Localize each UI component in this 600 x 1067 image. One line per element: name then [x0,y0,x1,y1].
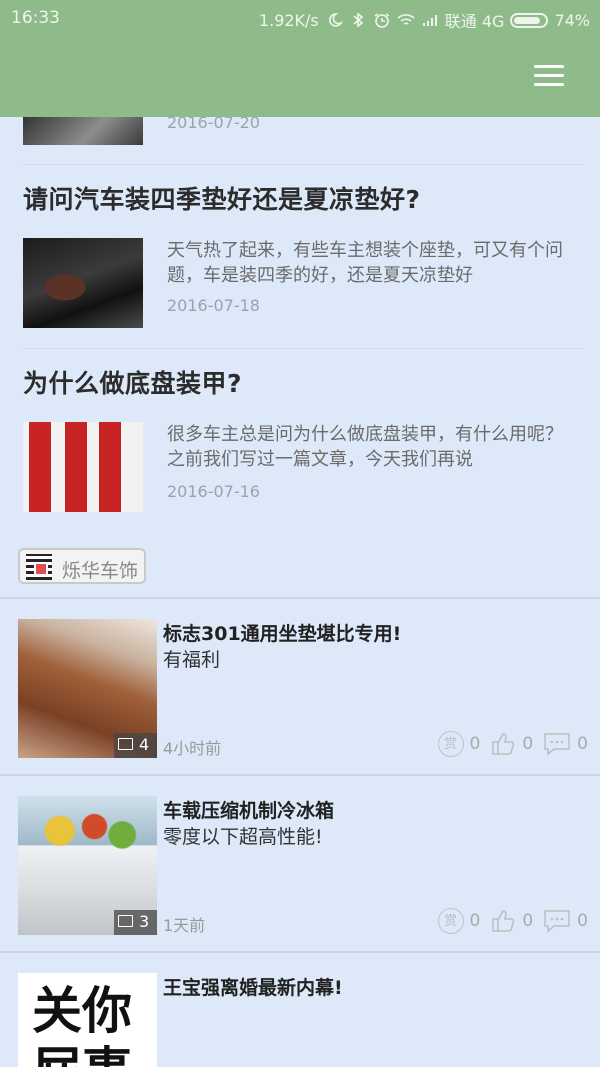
app-header: 16:33 1.92K/s 联通 4G 74% [0,0,600,117]
post-time: 1天前 [163,916,206,935]
carrier-label: 联通 4G [444,12,505,31]
post-subtitle: 零度以下超高性能! [163,826,323,848]
article-item-partial[interactable]: 2016-07-20 [23,117,583,145]
image-count: 4 [139,735,150,754]
article-thumbnail [23,238,143,328]
article-item[interactable]: 请问汽车装四季垫好还是夏凉垫好? 天气热了起来，有些车主想装个座垫，可又有个问题… [23,180,583,340]
like-count: 0 [522,734,534,754]
battery-icon [510,12,549,28]
comment-icon [544,733,570,756]
reward-count: 0 [469,734,481,754]
article-thumbnail [23,117,143,145]
post-subtitle: 有福利 [163,649,221,671]
hamburger-line [534,74,564,77]
bluetooth-icon [353,12,364,28]
post-item[interactable]: 3 车载压缩机制冷冰箱 零度以下超高性能! 1天前 赏 0 0 0 [18,796,588,936]
article-thumbnail [23,422,143,512]
separator [23,164,583,165]
status-time: 16:33 [11,8,60,28]
post-thumbnail-text: 关你 屁事 [32,982,132,1067]
article-item[interactable]: 为什么做底盘装甲? 很多车主总是问为什么做底盘装甲，有什么用呢？之前我们写过一篇… [23,364,583,524]
article-description: 很多车主总是问为什么做底盘装甲，有什么用呢？之前我们写过一篇文章，今天我们再说 [167,424,563,470]
image-icon [118,915,133,927]
separator [23,348,583,349]
article-date: 2016-07-18 [167,296,260,315]
post-item[interactable]: 4 标志301通用坐垫堪比专用! 有福利 4小时前 赏 0 0 0 [18,619,588,759]
post-title: 车载压缩机制冷冰箱 [163,800,335,822]
divider [0,951,600,953]
thumbs-up-icon [492,910,515,932]
like-stat[interactable]: 0 [490,731,533,757]
comment-count: 0 [577,734,588,754]
post-title: 王宝强离婚最新内幕! [163,977,343,999]
image-icon [118,738,133,750]
article-description: 天气热了起来，有些车主想装个座垫，可又有个问题，车是装四季的好，还是夏天凉垫好 [167,240,563,286]
qr-code-icon [26,554,52,580]
image-count-badge: 3 [114,910,157,935]
image-count-badge: 4 [114,733,157,758]
reward-stat[interactable]: 赏 0 [437,731,481,757]
post-item[interactable]: 关你 屁事 王宝强离婚最新内幕! [18,973,588,1067]
comment-stat[interactable]: 0 [543,908,588,934]
source-account-name: 烁华车饰 [62,560,139,582]
post-stats: 赏 0 0 0 [428,731,588,757]
like-count: 0 [522,911,534,931]
article-title: 为什么做底盘装甲? [23,369,243,398]
post-stats: 赏 0 0 0 [428,908,588,934]
like-stat[interactable]: 0 [490,908,533,934]
reward-stat[interactable]: 赏 0 [437,908,481,934]
comment-stat[interactable]: 0 [543,731,588,757]
post-title: 标志301通用坐垫堪比专用! [163,623,402,645]
post-time: 4小时前 [163,739,222,758]
divider [0,774,600,776]
article-title: 请问汽车装四季垫好还是夏凉垫好? [23,185,421,214]
hamburger-line [534,83,564,86]
divider [0,597,600,599]
thumbs-up-icon [492,733,515,755]
network-speed: 1.92K/s [258,10,319,30]
reward-icon: 赏 [437,908,464,934]
signal-icon [422,15,437,26]
comment-count: 0 [577,911,588,931]
wifi-icon [397,14,415,25]
alarm-icon [374,13,390,28]
menu-button[interactable] [532,62,566,88]
status-indicators: 1.92K/s 联通 4G 74% [259,8,590,32]
comment-icon [544,910,570,933]
reward-icon: 赏 [437,731,464,757]
reward-count: 0 [469,911,481,931]
article-date: 2016-07-20 [167,117,260,132]
image-count: 3 [139,912,150,931]
post-thumbnail: 关你 屁事 [18,973,157,1067]
status-bar: 16:33 1.92K/s 联通 4G 74% [0,0,600,36]
moon-icon [328,13,343,27]
article-date: 2016-07-16 [167,482,260,501]
hamburger-menu-icon [534,65,564,68]
battery-percent: 74% [554,10,590,30]
source-account-chip[interactable]: 烁华车饰 [18,548,146,584]
